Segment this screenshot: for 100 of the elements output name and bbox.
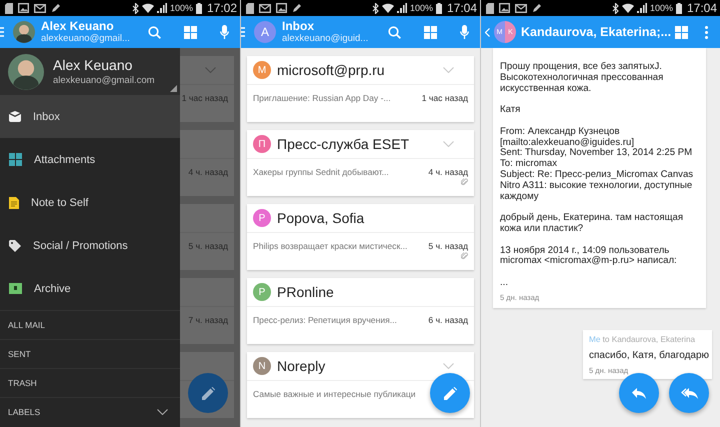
drawer-section[interactable]: ALL MAIL	[0, 310, 180, 339]
sender-avatar: П	[253, 135, 271, 153]
sender-name: microsoft@prp.ru	[277, 62, 385, 78]
message-card[interactable]: P PRonline Пресс-релиз: Репетиция вручения... 6 ч. назад	[247, 278, 474, 344]
sender-name: Noreply	[277, 358, 326, 374]
clock: 17:04	[446, 1, 477, 15]
signal-icon	[396, 3, 407, 13]
account-email: alexkeuano@gmail...	[41, 33, 130, 44]
message-card[interactable]: П Пресс-служба ESET Хакеры группы Sednit добывают... 4 ч. назад	[247, 130, 474, 196]
grid-icon[interactable]	[184, 26, 197, 38]
sender-avatar: P	[253, 283, 271, 301]
message-paragraph: Прошу прощения, все без запятыхJ. Высокотехнологичная прессованная искусственная кожа.	[500, 62, 664, 94]
drawer-item[interactable]: Attachments	[0, 138, 180, 181]
pen-icon	[292, 3, 302, 13]
chevron-down-icon[interactable]	[157, 409, 168, 415]
signal-icon	[156, 3, 167, 13]
message-time: 5 ч. назад	[188, 241, 228, 251]
note-icon	[9, 196, 19, 208]
picture-icon	[18, 3, 29, 13]
reply-all-icon	[680, 388, 698, 398]
microphone-icon[interactable]	[460, 25, 469, 39]
drawer-item[interactable]: Note to Self	[0, 181, 180, 224]
menu-icon[interactable]	[241, 27, 245, 37]
back-icon[interactable]	[485, 28, 490, 36]
battery-icon	[436, 2, 442, 14]
battery-icon	[196, 2, 202, 14]
search-icon[interactable]	[148, 26, 161, 38]
picture-icon	[499, 3, 510, 13]
message-card[interactable]: N Noreply Самые важные и интересные публикаци	[247, 352, 474, 418]
tag-icon	[9, 240, 21, 252]
search-icon[interactable]	[388, 26, 401, 38]
reply-text: спасибо, Катя, благодарю	[589, 350, 706, 361]
message-time: 4 ч. назад	[188, 167, 228, 177]
battery-percent: 100%	[170, 3, 193, 13]
reply-all-button[interactable]	[669, 373, 709, 413]
sender-avatar: P	[253, 209, 271, 227]
message-time: 7 ч. назад	[188, 315, 228, 325]
message-card[interactable]: M microsoft@prp.ru Приглашение: Russian App Day -... 1 час назад	[247, 56, 474, 122]
bluetooth-icon	[372, 2, 379, 14]
drawer-section[interactable]: SENT	[0, 339, 180, 368]
message-snippet: Пресс-релиз: Репетиция вручения...	[253, 315, 397, 325]
grid-icon	[9, 153, 22, 166]
message-time: 6 ч. назад	[428, 315, 468, 325]
wifi-icon	[622, 3, 634, 13]
bluetooth-icon	[612, 2, 619, 14]
paperclip-icon	[461, 252, 468, 260]
sender-name: PRonline	[277, 284, 334, 300]
signal-icon	[636, 3, 647, 13]
sender-label: Me	[589, 334, 600, 344]
account-name: Alex Keuano	[41, 20, 115, 33]
grid-icon[interactable]	[675, 26, 688, 38]
message-paragraph: 13 ноября 2014 г., 14:09 пользователь micromax <micromax@m-p.ru> написал:	[500, 246, 678, 268]
recipient-label: to Kandaurova, Ekaterina	[602, 334, 696, 344]
reply-icon	[632, 388, 646, 398]
sd-card-icon	[246, 2, 254, 14]
conversation-title: Kandaurova, Ekaterina;...	[521, 26, 672, 38]
mail-icon	[259, 4, 271, 12]
drawer-item[interactable]: Social / Promotions	[0, 224, 180, 267]
grid-icon[interactable]	[424, 26, 437, 38]
wifi-icon	[142, 3, 154, 13]
sender-name: Popova, Sofia	[277, 210, 364, 226]
message-card[interactable]: P Popova, Sofia Philips возвращает краски мистическ... 5 ч. назад	[247, 204, 474, 270]
drawer-item[interactable]: Inbox	[0, 95, 180, 138]
message-time: 5 ч. назад	[428, 241, 468, 251]
reply-button[interactable]	[619, 373, 659, 413]
drawer-item[interactable]: Archive	[0, 267, 180, 310]
account-switch-icon[interactable]	[170, 85, 177, 92]
clock: 17:04	[686, 1, 717, 15]
app-bar-title: Inbox	[282, 20, 315, 33]
paperclip-icon	[461, 178, 468, 186]
message-paragraph: From: Александр Кузнецов [mailto:alexkeuano@iguides.ru] Sent: Thursday, November 13, 2014 2:25 PM To: micromax Subject: Re: Пресс-релиз_Micromax Canvas Nitro A311: высокие технологии, доступные каждому	[500, 126, 694, 202]
pen-icon	[51, 3, 61, 13]
account-email: alexkeuano@gmail.com	[53, 74, 155, 86]
drawer-section[interactable]: TRASH	[0, 368, 180, 397]
battery-icon	[676, 2, 682, 14]
menu-icon[interactable]	[0, 27, 4, 37]
avatar: A	[254, 21, 276, 43]
pen-icon	[532, 3, 542, 13]
message-snippet: Хакеры группы Sednit добывают...	[253, 167, 389, 177]
sd-card-icon	[486, 2, 494, 14]
pencil-icon	[444, 386, 456, 400]
account-header[interactable]: Alex Keuano alexkeuano@gmail.com	[0, 48, 180, 95]
bluetooth-icon	[132, 2, 139, 14]
microphone-icon[interactable]	[220, 25, 229, 39]
battery-percent: 100%	[410, 3, 433, 13]
sd-card-icon	[5, 2, 13, 14]
message-snippet: Самые важные и интересные публикаци	[253, 389, 416, 399]
message-time: 1 час назад	[422, 93, 468, 103]
drawer-section[interactable]: LABELS	[0, 397, 180, 426]
clock: 17:02	[206, 1, 237, 15]
more-icon[interactable]	[705, 26, 708, 38]
message-snippet: Приглашение: Russian App Day -...	[253, 93, 391, 103]
message-paragraph: добрый день, Екатерина. там настоящая кожа или пластик?	[500, 213, 684, 235]
mail-icon	[515, 4, 527, 12]
avatar	[8, 54, 44, 90]
message-time: 4 ч. назад	[428, 167, 468, 177]
message-snippet: Philips возвращает краски мистическ...	[253, 241, 408, 251]
message-paragraph: Катя	[500, 105, 522, 116]
sender-avatar: M	[253, 61, 271, 79]
inbox-icon	[9, 111, 21, 122]
